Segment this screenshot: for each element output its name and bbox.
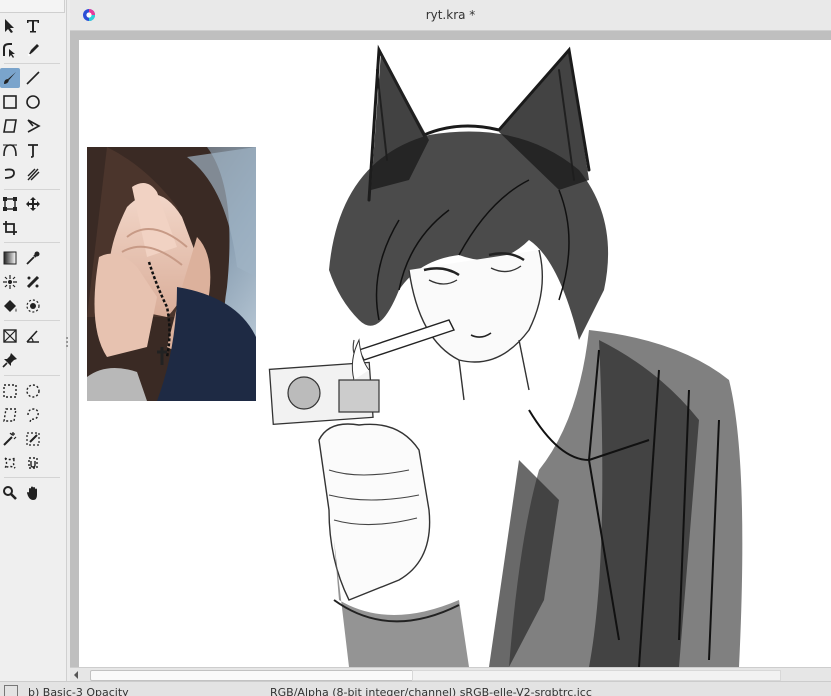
dock-splitter-handle[interactable] — [66, 337, 68, 349]
scroll-left-arrow-icon[interactable] — [72, 670, 80, 680]
assistant-tool[interactable] — [0, 272, 20, 292]
polyline-icon — [27, 119, 41, 133]
freehand-brush-tool[interactable] — [0, 68, 20, 88]
scrollbar-thumb[interactable] — [90, 670, 414, 681]
polygonal-selection-tool[interactable] — [0, 405, 20, 425]
freehand-path-tool[interactable] — [23, 140, 43, 160]
rectangular-selection-tool[interactable] — [0, 381, 20, 401]
bezier-icon — [3, 144, 17, 157]
dynamic-brush-icon — [4, 168, 15, 179]
enclose-fill-tool[interactable] — [23, 296, 43, 316]
text-icon — [27, 20, 39, 33]
rectangle-tool[interactable] — [0, 92, 20, 112]
magnifier-icon — [3, 486, 17, 500]
measure-tool[interactable] — [0, 326, 20, 346]
bezier-curve-tool[interactable] — [0, 140, 20, 160]
move-tool[interactable] — [23, 194, 43, 214]
reference-images-tool[interactable] — [0, 350, 20, 370]
rectangle-icon — [3, 95, 17, 109]
status-bar: b) Basic-3 Opacity RGB/Alpha (8-bit inte… — [0, 681, 831, 696]
smart-patch-tool[interactable] — [23, 272, 43, 292]
patch-icon — [26, 275, 40, 289]
polygon-select-icon — [3, 408, 17, 422]
multibrush-tool[interactable] — [23, 164, 43, 184]
transform-tool[interactable] — [0, 194, 20, 214]
similar-color-selection-tool[interactable] — [23, 429, 43, 449]
assistant-icon — [3, 275, 17, 289]
angle-tool[interactable] — [23, 326, 43, 346]
bezier-selection-tool[interactable] — [0, 453, 20, 473]
pen-nib-icon — [27, 44, 39, 57]
measure-icon — [3, 329, 17, 343]
toolbox — [0, 0, 67, 695]
rect-select-icon — [3, 384, 17, 398]
document-tab[interactable]: ryt.kra * — [70, 0, 831, 31]
scrollbar-track-region[interactable] — [412, 670, 781, 681]
gradient-tool[interactable] — [0, 248, 20, 268]
polygon-tool[interactable] — [0, 116, 20, 136]
document-title: ryt.kra * — [425, 8, 476, 22]
contiguous-selection-tool[interactable] — [0, 429, 20, 449]
gradient-icon — [3, 251, 17, 265]
horizontal-scrollbar[interactable] — [70, 667, 831, 682]
magic-wand-icon — [3, 432, 17, 446]
pin-icon — [2, 353, 17, 368]
zoom-tool[interactable] — [0, 483, 20, 503]
enclose-fill-icon — [26, 299, 40, 313]
pan-tool[interactable] — [23, 483, 43, 503]
crop-icon — [3, 221, 17, 235]
bezier-select-icon — [4, 457, 16, 469]
pointer-icon — [5, 19, 14, 33]
move-icon — [26, 197, 40, 211]
fill-tool[interactable] — [0, 296, 20, 316]
ellipse-select-icon — [26, 384, 40, 398]
freehand-selection-tool[interactable] — [23, 405, 43, 425]
multibrush-icon — [27, 168, 40, 181]
line-icon — [26, 71, 40, 85]
polygon-icon — [3, 119, 17, 133]
hand-icon — [27, 486, 37, 500]
magnetic-select-icon — [28, 457, 38, 469]
crop-tool[interactable] — [0, 218, 20, 238]
text-tool[interactable] — [23, 16, 43, 36]
edit-shapes-tool[interactable] — [0, 40, 20, 60]
toolbox-header — [0, 0, 65, 13]
transform-icon — [3, 197, 17, 211]
selection-status-icon[interactable] — [4, 685, 18, 696]
elliptical-selection-tool[interactable] — [23, 381, 43, 401]
similar-select-icon — [26, 432, 40, 446]
line-tool[interactable] — [23, 68, 43, 88]
magnetic-selection-tool[interactable] — [23, 453, 43, 473]
edit-shapes-icon — [3, 43, 15, 58]
eyedropper-icon — [26, 251, 40, 265]
select-shapes-tool[interactable] — [0, 16, 20, 36]
ellipse-icon — [26, 95, 40, 109]
freehand-path-icon — [28, 144, 38, 158]
angle-icon — [26, 330, 39, 343]
ellipse-tool[interactable] — [23, 92, 43, 112]
sketch-artwork — [268, 44, 743, 667]
lasso-icon — [27, 408, 39, 423]
canvas-workspace[interactable] — [70, 31, 831, 667]
paint-bucket-icon — [4, 300, 17, 312]
polyline-tool[interactable] — [23, 116, 43, 136]
brush-icon — [4, 72, 16, 84]
drawing-canvas[interactable] — [79, 40, 831, 667]
calligraphy-tool[interactable] — [23, 40, 43, 60]
dynamic-brush-tool[interactable] — [0, 164, 20, 184]
color-picker-tool[interactable] — [23, 248, 43, 268]
reference-image[interactable] — [87, 147, 256, 401]
